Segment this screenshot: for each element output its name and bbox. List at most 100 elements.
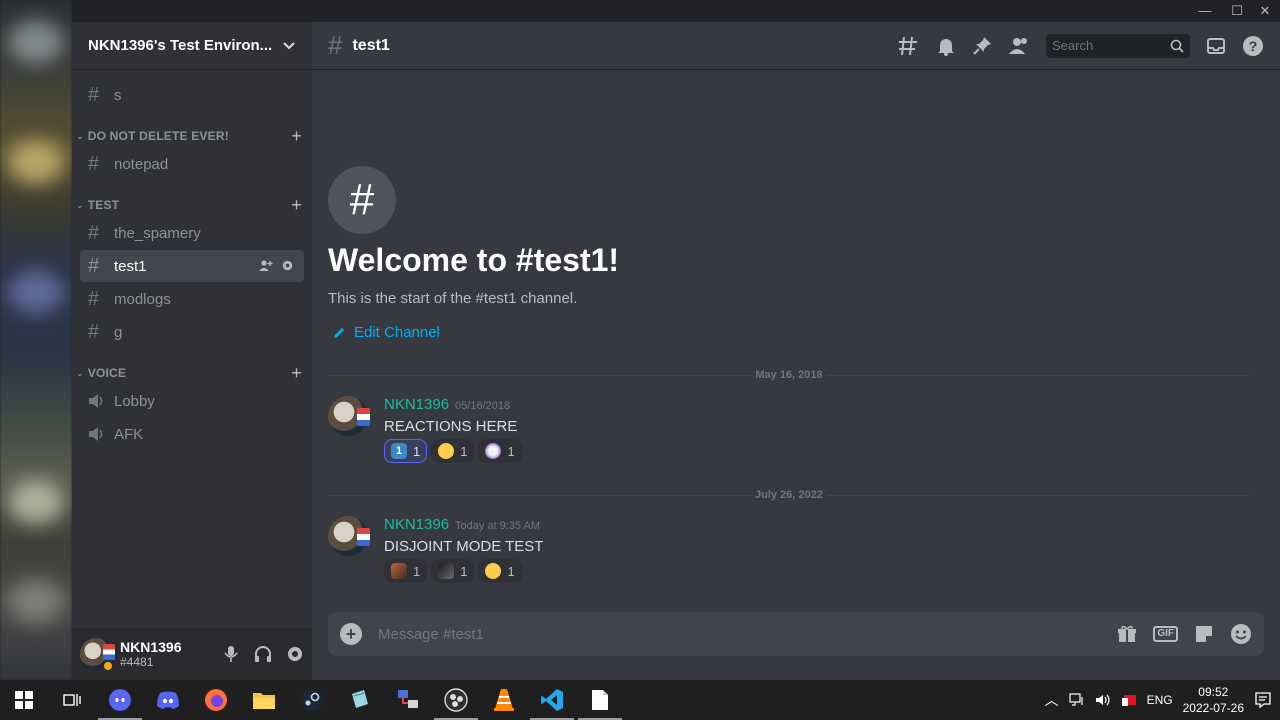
chevron-up-icon[interactable]: ︿ <box>1045 690 1059 710</box>
pencil-icon <box>334 327 344 338</box>
headphones-icon[interactable] <box>254 645 272 663</box>
server-header[interactable]: NKN1396's Test Environ... <box>72 22 312 70</box>
pin-icon[interactable] <box>972 36 992 56</box>
vlc-icon[interactable] <box>480 680 528 720</box>
task-view-icon[interactable] <box>48 680 96 720</box>
category-voice[interactable]: ⌄ VOICE + <box>72 356 312 384</box>
start-button[interactable] <box>0 680 48 720</box>
category-do-not-delete[interactable]: ⌄ DO NOT DELETE EVER! + <box>72 119 312 147</box>
message-list: # Welcome to #test1! This is the start o… <box>312 70 1280 612</box>
settings-gear-icon[interactable] <box>286 645 304 663</box>
channel-label: Lobby <box>114 392 155 410</box>
desktop-blur <box>8 270 64 314</box>
message-input[interactable] <box>378 625 1118 643</box>
username: NKN1396 <box>120 639 182 655</box>
gear-icon[interactable] <box>281 259 294 272</box>
voice-channel-afk[interactable]: AFK <box>80 418 304 450</box>
reaction-smile[interactable]: 1 <box>478 559 522 583</box>
threads-icon[interactable] <box>898 35 920 57</box>
inbox-icon[interactable] <box>1206 36 1226 56</box>
channel-label: modlogs <box>114 290 171 308</box>
custom-emoji-icon <box>438 563 455 579</box>
discord-icon[interactable] <box>144 680 192 720</box>
message-text: DISJOINT MODE TEST <box>384 538 544 555</box>
upload-plus-icon[interactable]: + <box>340 623 362 645</box>
channel-label: the_spamery <box>114 224 201 242</box>
notepad-icon[interactable] <box>576 680 624 720</box>
clock-time: 09:52 <box>1198 685 1229 699</box>
search-input[interactable]: Search <box>1046 33 1190 58</box>
gif-button[interactable]: GIF <box>1153 626 1178 642</box>
smiling-face-icon <box>485 563 502 579</box>
edit-channel-label: Edit Channel <box>354 324 440 341</box>
author-name[interactable]: NKN1396 <box>384 516 449 533</box>
reaction-custom-b[interactable]: 1 <box>431 559 475 583</box>
member-list-icon[interactable] <box>1008 36 1030 56</box>
message-text: REACTIONS HERE <box>384 418 518 435</box>
reaction-thinking[interactable]: 1 <box>431 439 475 463</box>
volume-icon[interactable] <box>1095 693 1111 707</box>
channel-s[interactable]: # s <box>80 79 304 111</box>
voice-channel-lobby[interactable]: Lobby <box>80 385 304 417</box>
hash-icon: # <box>88 221 100 244</box>
gift-icon[interactable] <box>1117 624 1137 644</box>
hash-icon: # <box>88 254 100 277</box>
channel-the-spamery[interactable]: # the_spamery <box>80 217 304 249</box>
channel-notepad[interactable]: # notepad <box>80 148 304 180</box>
taskbar: ︿ ENG 09:52 2022-07-26 <box>0 680 1280 720</box>
emoji-picker-icon[interactable] <box>1230 623 1252 645</box>
channel-modlogs[interactable]: # modlogs <box>80 283 304 315</box>
maximize-button[interactable]: ☐ <box>1222 2 1252 20</box>
obs-icon[interactable] <box>432 680 480 720</box>
reaction-custom-a[interactable]: 1 <box>384 559 428 583</box>
steam-icon[interactable] <box>288 680 336 720</box>
avatar[interactable] <box>80 638 115 672</box>
category-label: TEST <box>87 198 120 212</box>
input-language[interactable]: ENG <box>1147 693 1173 707</box>
author-name[interactable]: NKN1396 <box>384 396 449 413</box>
notification-icon[interactable] <box>1254 691 1272 709</box>
chevron-down-icon: ⌄ <box>76 130 84 141</box>
user-panel: NKN1396 #4481 <box>72 628 312 680</box>
custom-emoji-icon <box>391 563 407 579</box>
file-explorer-icon[interactable] <box>240 680 288 720</box>
category-test[interactable]: ⌄ TEST + <box>72 188 312 216</box>
create-channel-icon[interactable]: + <box>291 127 302 145</box>
window-titlebar: — ☐ ✕ <box>72 0 1280 22</box>
close-window-button[interactable]: ✕ <box>1250 2 1280 20</box>
clock-date: 2022-07-26 <box>1182 701 1244 715</box>
clock[interactable]: 09:52 2022-07-26 <box>1183 684 1244 716</box>
hash-icon: # <box>328 30 343 60</box>
timestamp: 05/16/2018 <box>455 400 511 412</box>
create-channel-icon[interactable]: + <box>291 196 302 214</box>
search-placeholder: Search <box>1052 38 1094 53</box>
discord-canary-icon[interactable] <box>96 680 144 720</box>
sticker-icon[interactable] <box>1194 624 1214 644</box>
help-icon[interactable]: ? <box>1242 35 1264 57</box>
reaction-custom[interactable]: 1 <box>478 439 522 463</box>
firefox-icon[interactable] <box>192 680 240 720</box>
channel-test1[interactable]: # test1 <box>80 250 304 282</box>
hash-icon: # <box>88 152 100 175</box>
screen: — ☐ ✕ NKN1396's Test Environ... # s ⌄ DO … <box>0 0 1280 720</box>
channel-list: # s ⌄ DO NOT DELETE EVER! + # notepad ⌄ TE… <box>72 70 312 450</box>
svg-text:?: ? <box>1249 38 1258 54</box>
bell-icon[interactable] <box>936 36 956 56</box>
notepad-plus-icon[interactable] <box>336 680 384 720</box>
battery-warning-icon[interactable] <box>1121 692 1137 708</box>
network-tool-icon[interactable] <box>384 680 432 720</box>
minimize-button[interactable]: — <box>1190 2 1220 20</box>
chat-area: # test1 Search ? # Welcome to #test1! Th… <box>312 22 1280 680</box>
microphone-icon[interactable] <box>222 645 240 663</box>
avatar[interactable] <box>328 396 370 436</box>
edit-channel-link[interactable]: Edit Channel <box>332 324 440 341</box>
reaction-bar: 11 1 1 <box>384 439 522 463</box>
create-channel-icon[interactable]: + <box>291 364 302 382</box>
hash-icon: # <box>88 83 100 106</box>
network-icon[interactable] <box>1068 693 1085 707</box>
reaction-keycap-one[interactable]: 11 <box>384 439 428 463</box>
invite-icon[interactable] <box>259 259 273 273</box>
channel-g[interactable]: # g <box>80 316 304 348</box>
avatar[interactable] <box>328 516 370 556</box>
vscode-icon[interactable] <box>528 680 576 720</box>
